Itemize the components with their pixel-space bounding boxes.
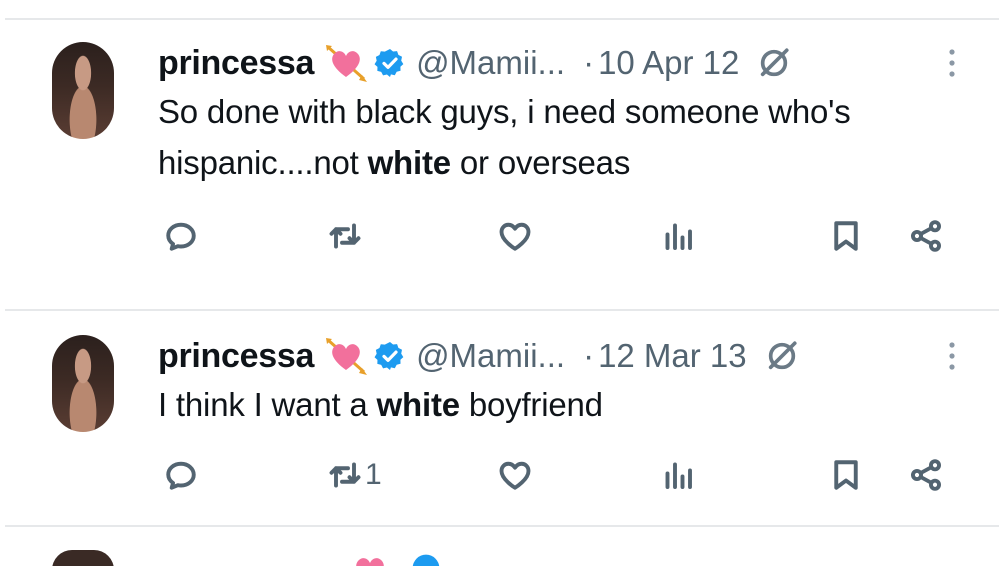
share-button[interactable] <box>908 214 944 258</box>
views-icon <box>665 462 692 489</box>
bookmark-icon <box>834 460 858 490</box>
tweet-text: I think I want a white boyfriend <box>158 379 918 430</box>
repost-count: 1 <box>365 458 382 491</box>
user-handle[interactable]: @Mamii... <box>416 337 565 375</box>
divider <box>5 309 999 311</box>
tweet-header: princessa @Mamii... · 12 Mar 13 <box>158 336 799 376</box>
repost-icon <box>329 223 361 249</box>
tweet-actions: 1 <box>0 453 1004 497</box>
tweet-header: princessa @Mamii... · 10 Apr 12 <box>158 43 791 83</box>
tweet-text-bold: white <box>367 144 452 181</box>
tweet-date[interactable]: 12 Mar 13 <box>598 337 747 375</box>
share-icon <box>910 459 942 491</box>
verified-badge-icon <box>412 554 440 566</box>
reply-button[interactable] <box>163 214 199 258</box>
like-icon <box>499 461 531 490</box>
bookmark-icon <box>834 221 858 251</box>
bookmark-button[interactable] <box>828 453 864 497</box>
reply-button[interactable] <box>163 453 199 497</box>
views-icon <box>665 223 692 250</box>
share-icon <box>910 220 942 252</box>
tweet-partial[interactable] <box>0 546 1004 566</box>
separator-dot: · <box>583 44 595 81</box>
like-button[interactable] <box>497 214 533 258</box>
share-button[interactable] <box>908 453 944 497</box>
divider <box>5 18 999 20</box>
heart-with-arrow-emoji-icon <box>356 558 384 566</box>
views-button[interactable] <box>660 214 696 258</box>
grok-icon[interactable] <box>757 46 791 80</box>
repost-button[interactable] <box>327 214 365 258</box>
verified-badge-icon <box>374 342 404 370</box>
reply-icon <box>166 222 196 251</box>
grok-icon[interactable] <box>765 339 799 373</box>
separator-dot: · <box>583 337 595 374</box>
tweet-actions <box>0 214 1004 258</box>
like-icon <box>499 222 531 251</box>
heart-with-arrow-emoji-icon <box>326 45 368 82</box>
tweet-text-part: boyfriend <box>459 386 603 423</box>
avatar[interactable] <box>52 335 114 432</box>
divider <box>5 525 999 527</box>
repost-icon <box>329 462 361 488</box>
reply-icon <box>166 461 196 490</box>
verified-badge-icon <box>374 49 404 77</box>
heart-with-arrow-emoji-icon <box>326 338 368 375</box>
like-button[interactable] <box>497 453 533 497</box>
bookmark-button[interactable] <box>828 214 864 258</box>
more-vertical-icon[interactable] <box>945 340 959 372</box>
more-vertical-icon[interactable] <box>945 47 959 79</box>
tweet-text: So done with black guys, i need someone … <box>158 86 918 188</box>
display-name[interactable]: princessa <box>158 44 314 83</box>
views-button[interactable] <box>660 453 696 497</box>
avatar <box>52 550 114 566</box>
tweet-text-part: I think I want a <box>158 386 377 423</box>
tweet-text-bold: white <box>376 386 461 423</box>
tweet-text-part: or overseas <box>450 144 631 181</box>
display-name[interactable]: princessa <box>158 337 314 376</box>
avatar[interactable] <box>52 42 114 139</box>
tweet-date[interactable]: 10 Apr 12 <box>598 44 739 82</box>
user-handle[interactable]: @Mamii... <box>416 44 565 82</box>
repost-button[interactable]: 1 <box>327 453 382 497</box>
